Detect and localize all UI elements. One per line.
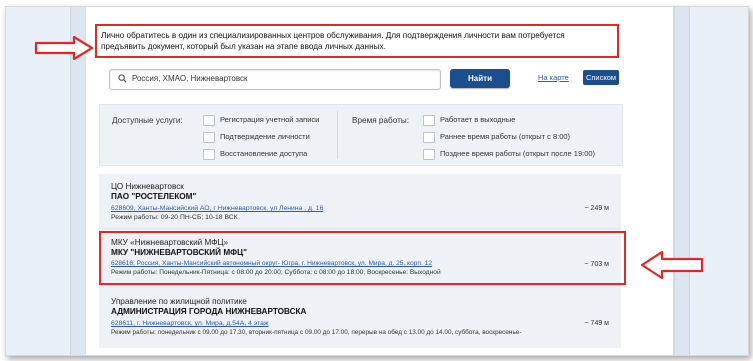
notice-line-2: предъявить документ, который был указан …: [101, 42, 386, 51]
result-distance: ~ 749 м: [584, 320, 609, 327]
search-row: Россия, ХМАО, Нижневартовск Найти На кар…: [109, 69, 619, 91]
result-type: ЦО Нижневартовск: [111, 182, 184, 191]
result-distance: ~ 249 м: [584, 205, 609, 212]
checkbox-label: Позднее время работы (открыт после 19:00…: [440, 149, 596, 158]
list-view-button[interactable]: Списком: [583, 70, 619, 85]
result-hours: Режим работы: 09-20 ПН-СБ; 10-18 ВСК: [111, 214, 238, 221]
result-address-link[interactable]: 628611, г. Нижневартовск, ул. Мира, д.54…: [111, 320, 268, 327]
checkbox[interactable]: [423, 115, 435, 126]
map-view-link[interactable]: На карте: [538, 73, 569, 82]
checkbox[interactable]: [203, 149, 215, 160]
checkbox-label: Раннее время работы (открыт с 8:00): [440, 132, 571, 141]
notice-line-1: Лично обратитесь в один из специализиров…: [101, 31, 565, 40]
checkbox[interactable]: [423, 132, 435, 143]
hours-filter-title: Время работы:: [352, 116, 409, 125]
result-name: ПАО "РОСТЕЛЕКОМ": [111, 192, 197, 201]
checkbox[interactable]: [203, 132, 215, 143]
checkbox[interactable]: [203, 115, 215, 126]
result-type: Управление по жилищной политике: [111, 297, 247, 306]
checkbox-label: Подтверждение личности: [220, 132, 310, 141]
search-input[interactable]: Россия, ХМАО, Нижневартовск: [109, 69, 441, 90]
annotation-arrow-left-icon: [640, 250, 704, 280]
services-filter-title: Доступные услуги:: [112, 116, 183, 125]
checkbox-label: Регистрация учетной записи: [220, 115, 320, 124]
filters-divider: [337, 111, 338, 159]
checkbox-label: Работает в выходные: [440, 115, 516, 124]
find-button[interactable]: Найти: [450, 69, 510, 88]
filters-panel: Доступные услуги: Регистрация учетной за…: [99, 104, 623, 166]
result-hours: Режим работы: понедельник с 09.00 до 17.…: [111, 329, 522, 336]
checkbox-label: Восстановление доступа: [220, 149, 308, 158]
search-icon: [118, 74, 127, 83]
result-address-link[interactable]: 628609, Ханты-Мансийский АО, г Нижневарт…: [111, 205, 323, 212]
highlight-frame: [99, 231, 626, 285]
result-item[interactable]: ЦО Нижневартовск ПАО "РОСТЕЛЕКОМ" 628609…: [99, 174, 621, 229]
search-input-value: Россия, ХМАО, Нижневартовск: [132, 74, 248, 83]
result-name: АДМИНИСТРАЦИЯ ГОРОДА НИЖНЕВАРТОВСКА: [111, 307, 307, 316]
annotation-arrow-right-icon: [34, 35, 94, 61]
instruction-notice: Лично обратитесь в один из специализиров…: [95, 24, 619, 58]
right-side-stripe: [674, 7, 690, 355]
checkbox[interactable]: [423, 149, 435, 160]
result-item[interactable]: Управление по жилищной политике АДМИНИСТ…: [99, 290, 621, 348]
